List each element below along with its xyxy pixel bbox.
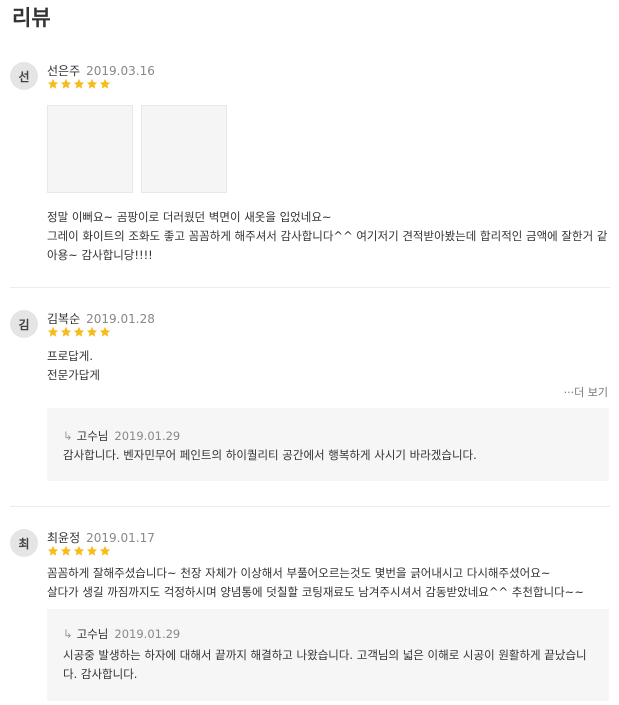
reply-text-line: 다. 감사합니다.: [63, 667, 138, 681]
more-button[interactable]: ···더 보기: [564, 384, 608, 400]
divider: [10, 506, 610, 507]
reply-text: 시공중 발생하는 하자에 대해서 끝까지 해결하고 나왔습니다. 고객님의 넓은…: [63, 646, 587, 684]
reply-text-line: 감사합니다. 벤자민무어 페인트의 하이퀄리티 공간에서 행복하게 사시기 바라…: [63, 448, 477, 462]
reviewer-name: 최윤정 2019.01.17: [47, 530, 155, 546]
avatar: 선: [10, 62, 38, 90]
reply-text-line: 시공중 발생하는 하자에 대해서 끝까지 해결하고 나왔습니다. 고객님의 넓은…: [63, 648, 587, 662]
star-icon: [47, 545, 59, 556]
star-icon: [60, 78, 72, 89]
star-icon: [99, 78, 111, 89]
reply-header: ↳ 고수님 2019.01.29: [63, 428, 180, 444]
star-icon: [73, 78, 85, 89]
photo-gallery: [47, 105, 237, 195]
review-photo[interactable]: [47, 105, 133, 193]
star-icon: [73, 545, 85, 556]
star-icon: [47, 326, 59, 337]
review-text-line: 프로답게.: [47, 349, 93, 363]
star-rating: [47, 78, 111, 90]
reviewer-name-text: 김복순: [47, 312, 81, 326]
star-rating: [47, 545, 111, 557]
review-text-line: 살다가 생길 까짐까지도 걱정하시며 양념통에 덧칠할 코팅재료도 남겨주시셔서…: [47, 585, 584, 599]
review-text: 정말 이뻐요~ 곰팡이로 더러웠던 벽면이 새옷을 입었네요~ 그레이 화이트의…: [47, 208, 607, 265]
reply-arrow-icon: ↳: [63, 429, 73, 443]
review-text-line: 전문가답게: [47, 368, 100, 382]
review-text: 프로답게. 전문가답게: [47, 347, 100, 385]
review-text-line: 정말 이뻐요~ 곰팡이로 더러웠던 벽면이 새옷을 입었네요~: [47, 210, 332, 224]
section-title: 리뷰: [12, 6, 51, 30]
review-text-line: 꼼꼼하게 잘해주셨습니다~ 천장 자체가 이상해서 부풀어오르는것도 몇번을 긁…: [47, 566, 551, 580]
star-icon: [60, 545, 72, 556]
reviewer-name-text: 선은주: [47, 64, 81, 78]
star-icon: [86, 78, 98, 89]
reply-author: 고수님: [76, 429, 109, 443]
seller-reply: ↳ 고수님 2019.01.29 감사합니다. 벤자민무어 페인트의 하이퀄리티 공…: [47, 408, 609, 481]
reviewer-name: 김복순 2019.01.28: [47, 311, 155, 327]
review-date: 2019.01.17: [86, 531, 155, 545]
reply-header: ↳ 고수님 2019.01.29: [63, 626, 180, 642]
reply-author: 고수님: [76, 627, 109, 641]
reply-arrow-icon: ↳: [63, 627, 73, 641]
review-text-line: 그레이 화이트의 조화도 좋고 꼼꼼하게 해주셔서 감사합니다^^ 여기저기 견…: [47, 229, 608, 243]
review-date: 2019.03.16: [86, 64, 155, 78]
star-icon: [47, 78, 59, 89]
seller-reply: ↳ 고수님 2019.01.29 시공중 발생하는 하자에 대해서 끝까지 해결하고…: [47, 609, 609, 701]
reply-date: 2019.01.29: [114, 429, 181, 443]
avatar: 최: [10, 529, 38, 557]
star-icon: [86, 326, 98, 337]
reviewer-name: 선은주 2019.03.16: [47, 63, 155, 79]
divider: [10, 287, 610, 288]
star-icon: [99, 326, 111, 337]
review-date: 2019.01.28: [86, 312, 155, 326]
star-rating: [47, 326, 111, 338]
review-photo[interactable]: [141, 105, 227, 193]
review-text-line: 아용~ 감사합니당!!!!: [47, 248, 153, 262]
star-icon: [99, 545, 111, 556]
reply-date: 2019.01.29: [114, 627, 181, 641]
review-text: 꼼꼼하게 잘해주셨습니다~ 천장 자체가 이상해서 부풀어오르는것도 몇번을 긁…: [47, 564, 584, 602]
avatar: 김: [10, 310, 38, 338]
star-icon: [73, 326, 85, 337]
reply-text: 감사합니다. 벤자민무어 페인트의 하이퀄리티 공간에서 행복하게 사시기 바라…: [63, 446, 477, 465]
star-icon: [86, 545, 98, 556]
reviewer-name-text: 최윤정: [47, 531, 81, 545]
star-icon: [60, 326, 72, 337]
